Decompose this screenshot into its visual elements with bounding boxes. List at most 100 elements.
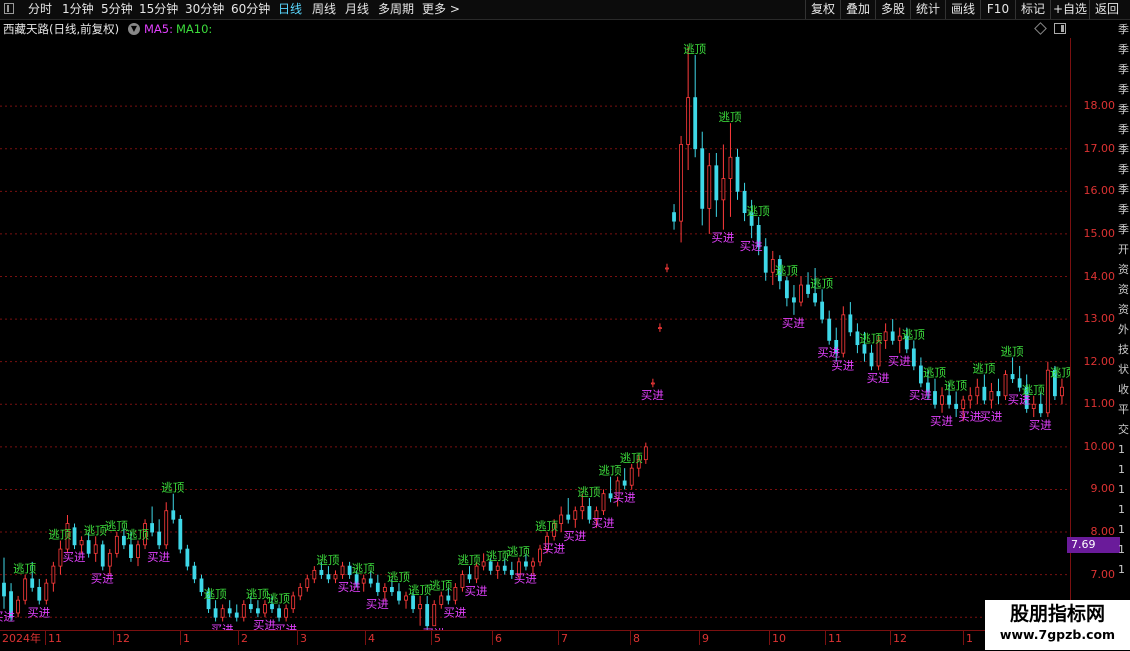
candle-body bbox=[157, 531, 162, 546]
candle bbox=[643, 442, 648, 464]
candlestick-chart[interactable]: 买进逃顶买进逃顶买进逃顶买进逃顶逃顶买进逃顶逃顶买进逃顶买进逃顶买进逃顶买进逃顶… bbox=[0, 38, 1070, 630]
candle-body bbox=[291, 595, 296, 610]
candle-body bbox=[1017, 378, 1022, 388]
candle bbox=[178, 515, 183, 554]
candle-body bbox=[502, 565, 507, 571]
period-tab-multi[interactable]: 多周期 bbox=[378, 1, 414, 17]
candle-body bbox=[996, 391, 1001, 397]
candle-body bbox=[439, 595, 444, 605]
candle bbox=[982, 374, 987, 405]
candle bbox=[164, 502, 169, 550]
x-tick-divider bbox=[558, 631, 559, 645]
overlay-button[interactable]: 叠加 bbox=[840, 0, 875, 19]
sidebar-toggle-icon[interactable] bbox=[4, 3, 14, 14]
sell-signal-label: 逃顶 bbox=[944, 378, 967, 392]
candle-body bbox=[248, 604, 253, 610]
candle-body bbox=[347, 565, 352, 576]
candle-body bbox=[418, 604, 423, 610]
candle-body bbox=[601, 493, 606, 512]
x-tick-label: 12 bbox=[116, 632, 130, 645]
add-favorite-button[interactable]: +自选 bbox=[1050, 0, 1089, 19]
candle-body bbox=[178, 518, 183, 550]
candle bbox=[136, 540, 140, 567]
candle bbox=[227, 600, 232, 618]
candle bbox=[171, 493, 176, 524]
x-tick-divider bbox=[769, 631, 770, 645]
restore-rights-button[interactable]: 复权 bbox=[805, 0, 840, 19]
x-tick-label: 11 bbox=[48, 632, 62, 645]
candle bbox=[100, 540, 105, 571]
buy-signal-label: 买进 bbox=[514, 571, 537, 585]
candle bbox=[2, 557, 6, 609]
candle-body bbox=[227, 608, 232, 614]
panel-toggle-icon[interactable] bbox=[1054, 23, 1066, 34]
candle bbox=[968, 387, 973, 409]
buy-signal-label: 买进 bbox=[0, 610, 15, 624]
y-tick-label: 16.00 bbox=[1083, 184, 1116, 198]
multi-stock-button[interactable]: 多股 bbox=[875, 0, 910, 19]
sell-signal-label: 逃顶 bbox=[1001, 344, 1024, 358]
sell-signal-label: 逃顶 bbox=[408, 583, 431, 597]
candle-body bbox=[848, 314, 853, 333]
period-tab-monthly[interactable]: 月线 bbox=[345, 1, 369, 17]
sell-signal-label: 逃顶 bbox=[718, 110, 741, 124]
candle bbox=[820, 289, 825, 324]
buy-signal-label: 买进 bbox=[592, 516, 615, 530]
buy-signal-label: 买进 bbox=[63, 550, 86, 564]
candle bbox=[347, 561, 352, 579]
y-tick-label: 18.00 bbox=[1083, 99, 1116, 113]
period-tab-timeshare[interactable]: 分时 bbox=[28, 1, 52, 17]
back-button[interactable]: 返回 bbox=[1089, 0, 1124, 19]
period-tab-daily[interactable]: 日线 bbox=[278, 1, 302, 17]
candle bbox=[298, 583, 303, 601]
buy-signal-label: 买进 bbox=[465, 584, 488, 598]
period-tab-1min[interactable]: 1分钟 bbox=[62, 1, 94, 17]
candle-body bbox=[883, 331, 888, 341]
x-tick-divider bbox=[431, 631, 432, 645]
candle bbox=[305, 574, 310, 592]
mark-button[interactable]: 标记 bbox=[1015, 0, 1050, 19]
candle-body bbox=[474, 565, 479, 580]
y-tick-label: 10.00 bbox=[1083, 439, 1116, 453]
candle-body bbox=[241, 604, 246, 618]
candle bbox=[44, 578, 49, 605]
candle bbox=[721, 144, 726, 230]
side-panel-labels[interactable]: 季季季季季季季季季季季开资资资外技状收平交1111111 bbox=[1118, 20, 1130, 630]
statistics-button[interactable]: 统计 bbox=[910, 0, 945, 19]
buy-signal-label: 买进 bbox=[1029, 418, 1052, 432]
sell-signal-label: 逃顶 bbox=[13, 562, 36, 576]
period-tab-more[interactable]: 更多 > bbox=[422, 1, 460, 17]
candle bbox=[855, 323, 860, 354]
chevron-down-icon[interactable]: ▼ bbox=[128, 23, 140, 35]
period-tab-30min[interactable]: 30分钟 bbox=[185, 1, 224, 17]
period-tab-weekly[interactable]: 周线 bbox=[312, 1, 336, 17]
candle-body bbox=[841, 314, 846, 354]
buy-signal-label: 买进 bbox=[613, 490, 636, 504]
period-tab-60min[interactable]: 60分钟 bbox=[231, 1, 270, 17]
candle bbox=[192, 561, 197, 584]
period-tab-15min[interactable]: 15分钟 bbox=[139, 1, 178, 17]
x-tick-divider bbox=[890, 631, 891, 645]
period-tab-5min[interactable]: 5分钟 bbox=[101, 1, 133, 17]
candle-body bbox=[672, 212, 676, 222]
candle-body bbox=[911, 348, 916, 367]
draw-line-button[interactable]: 画线 bbox=[945, 0, 980, 19]
candle-body bbox=[813, 293, 817, 303]
candle bbox=[566, 497, 571, 524]
y-tick-label: 17.00 bbox=[1083, 141, 1116, 155]
x-tick-divider bbox=[825, 631, 826, 645]
candle-body bbox=[700, 148, 705, 209]
diamond-icon[interactable] bbox=[1034, 22, 1047, 35]
candle bbox=[291, 591, 296, 613]
candle bbox=[763, 238, 768, 281]
candle-body bbox=[333, 574, 338, 580]
candle-body bbox=[524, 561, 528, 567]
ma5-label: MA5: bbox=[144, 22, 173, 36]
y-tick-label: 7.00 bbox=[1090, 567, 1116, 581]
candle bbox=[397, 583, 401, 605]
sell-signal-label: 逃顶 bbox=[577, 485, 600, 499]
candle bbox=[897, 327, 902, 354]
f10-button[interactable]: F10 bbox=[980, 0, 1015, 19]
y-tick-label: 8.00 bbox=[1090, 525, 1116, 539]
candle bbox=[241, 600, 246, 622]
